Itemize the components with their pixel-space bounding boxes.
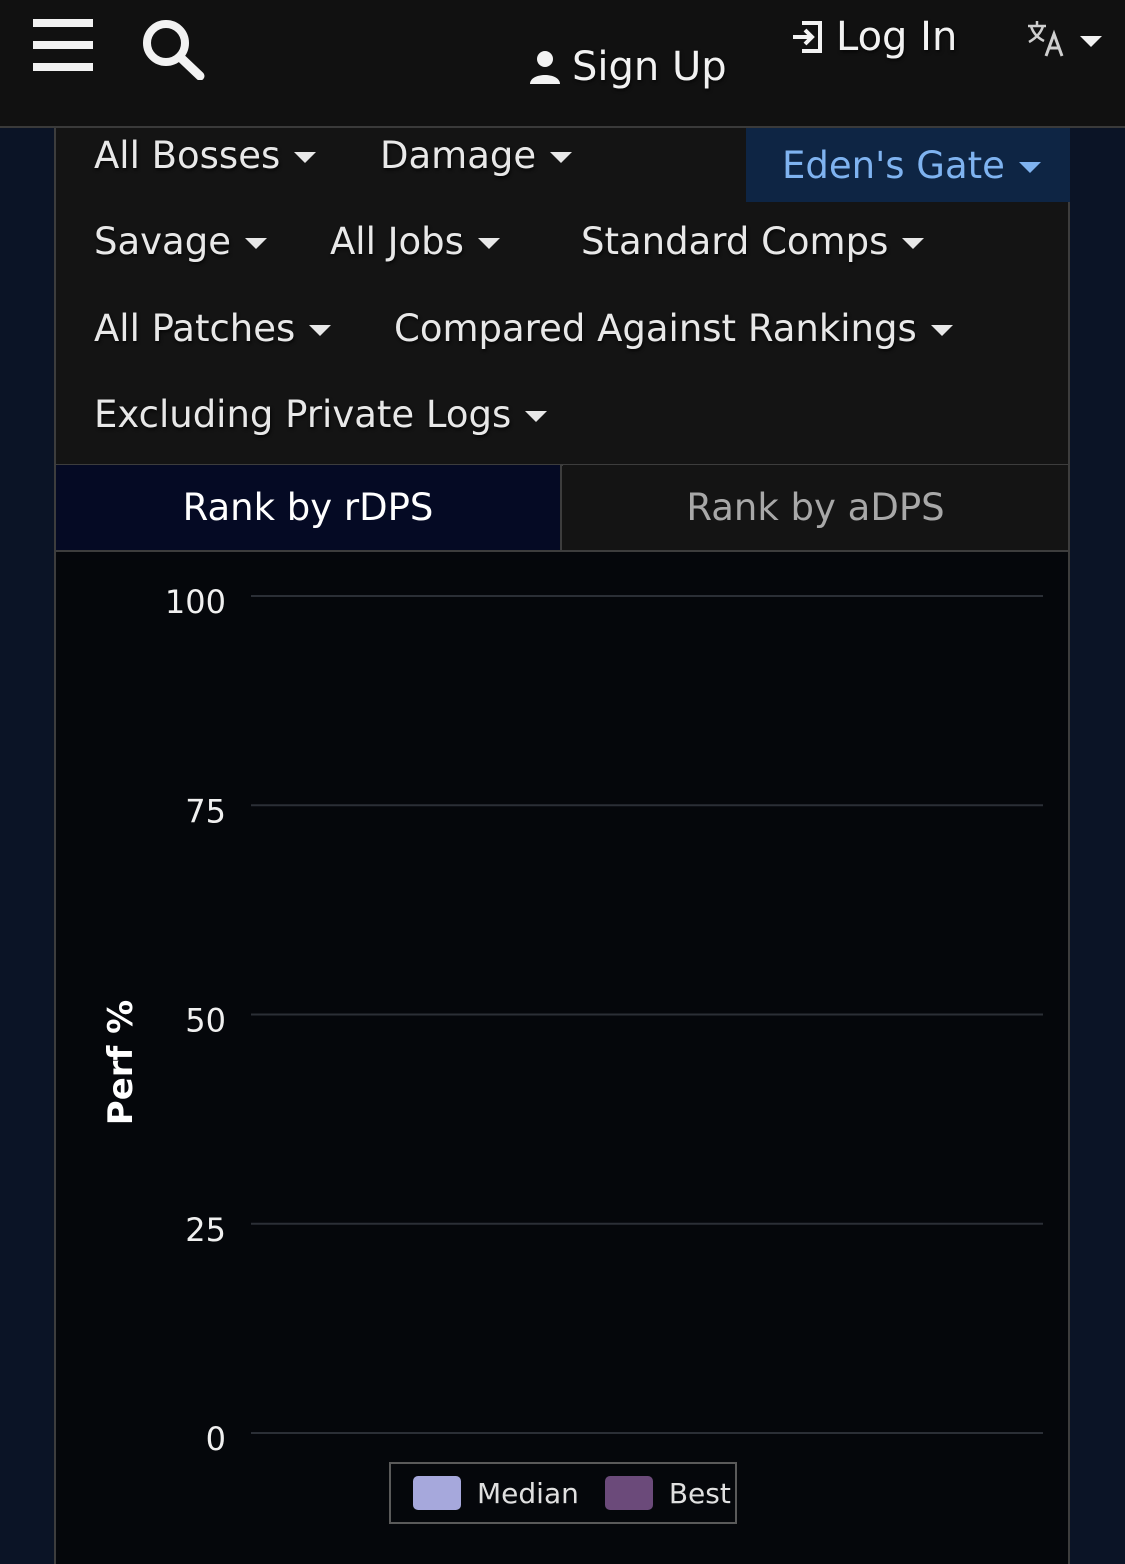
tab-rank-adps[interactable]: Rank by aDPS	[563, 465, 1068, 550]
filter-label: Eden's Gate	[782, 143, 1005, 187]
chevron-down-icon	[309, 325, 332, 336]
filter-label: Damage	[380, 134, 537, 177]
chevron-down-icon	[930, 325, 953, 336]
y-tick-label: 75	[185, 792, 226, 830]
chevron-down-icon	[1018, 161, 1041, 173]
sign-up-link[interactable]: Sign Up	[530, 44, 727, 90]
top-navigation-bar: Sign Up Log In	[0, 0, 1125, 128]
legend-label: Best	[668, 1476, 731, 1510]
filter-patches[interactable]: All Patches	[94, 307, 332, 350]
filter-private-logs[interactable]: Excluding Private Logs	[94, 393, 548, 436]
filter-difficulty[interactable]: Savage	[94, 220, 267, 263]
chevron-down-icon	[477, 238, 500, 249]
chart-legend: Median Best	[389, 1462, 737, 1524]
y-tick-label: 25	[185, 1211, 226, 1249]
y-tick-label: 0	[206, 1420, 226, 1458]
chevron-down-icon	[1080, 35, 1102, 47]
chevron-down-icon	[525, 411, 548, 422]
filter-label: Standard Comps	[581, 220, 889, 263]
y-tick-label: 50	[185, 1002, 226, 1040]
filter-label: Compared Against Rankings	[394, 307, 917, 350]
tab-rank-rdps[interactable]: Rank by rDPS	[56, 465, 562, 550]
filter-bosses[interactable]: All Bosses	[94, 134, 317, 177]
legend-swatch-best	[604, 1476, 653, 1510]
filter-comps[interactable]: Standard Comps	[581, 220, 925, 263]
chevron-down-icon	[244, 238, 267, 249]
main-panel: All Bosses Damage Eden's Gate Savage All…	[54, 128, 1070, 1564]
chevron-down-icon	[902, 238, 925, 249]
filter-label: All Jobs	[330, 220, 464, 263]
filter-label: All Bosses	[94, 134, 281, 177]
performance-chart: 100 75 50 25 0 Perf % Median Best	[56, 552, 1068, 1564]
legend-item-best[interactable]: Best	[604, 1476, 731, 1510]
chart-canvas: 100 75 50 25 0 Perf %	[101, 583, 1043, 1458]
log-in-link[interactable]: Log In	[790, 14, 957, 60]
language-selector[interactable]	[1026, 18, 1102, 58]
legend-swatch-median	[413, 1476, 461, 1510]
sign-up-label: Sign Up	[572, 44, 727, 90]
filter-bar: All Bosses Damage Eden's Gate Savage All…	[56, 128, 1070, 466]
filter-label: All Patches	[94, 307, 296, 350]
log-in-label: Log In	[836, 14, 958, 60]
filter-metric[interactable]: Damage	[380, 134, 573, 177]
menu-icon[interactable]	[33, 19, 93, 71]
rank-tabs: Rank by rDPS Rank by aDPS	[56, 465, 1068, 552]
chevron-down-icon	[294, 152, 317, 163]
chevron-down-icon	[550, 152, 573, 163]
filter-label: Savage	[94, 220, 231, 263]
y-tick-label: 100	[165, 583, 226, 621]
filter-comparison[interactable]: Compared Against Rankings	[394, 307, 953, 350]
y-axis-label: Perf %	[101, 1000, 141, 1125]
filter-label: Excluding Private Logs	[94, 393, 512, 436]
legend-item-median[interactable]: Median	[413, 1476, 579, 1510]
filter-jobs[interactable]: All Jobs	[330, 220, 500, 263]
user-icon	[530, 51, 560, 84]
search-icon[interactable]	[138, 16, 208, 80]
legend-label: Median	[477, 1476, 579, 1510]
translate-icon	[1028, 21, 1064, 57]
login-icon	[793, 21, 822, 53]
filter-zone[interactable]: Eden's Gate	[746, 128, 1070, 202]
